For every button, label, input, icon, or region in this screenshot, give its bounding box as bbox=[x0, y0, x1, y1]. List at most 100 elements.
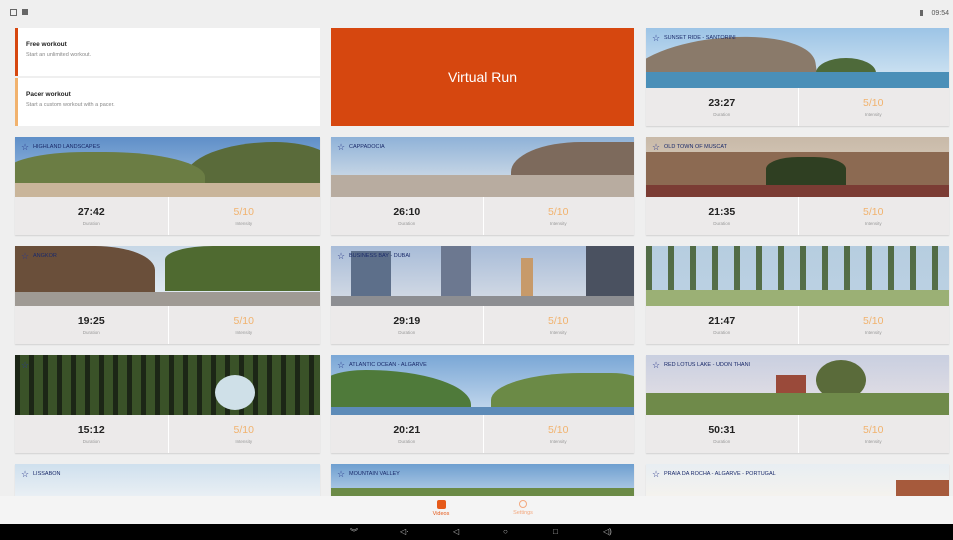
system-navigation-bar: ︾ ◁· ◁ ○ □ ◁) bbox=[0, 524, 953, 540]
route-title: ☆ HIGHLAND LANDSCAPES bbox=[21, 142, 100, 152]
favorite-star-icon[interactable]: ☆ bbox=[337, 361, 345, 370]
tab-videos[interactable]: Videos bbox=[421, 500, 461, 517]
route-stats: 20:21 Duration 5/10 Intensity bbox=[331, 415, 634, 453]
route-card[interactable]: ☆ MOUNTAIN VALLEY bbox=[331, 464, 634, 496]
intensity-value: 5/10 bbox=[863, 424, 884, 436]
route-thumbnail bbox=[646, 464, 949, 496]
duration-label: Duration bbox=[82, 330, 100, 335]
intensity-label: Intensity bbox=[235, 439, 253, 444]
route-card[interactable]: ☆ CAPPADOCIA 26:10 Duration 5/10 Intensity bbox=[331, 137, 634, 235]
duration-value: 29:19 bbox=[393, 315, 421, 327]
route-stats: 29:19 Duration 5/10 Intensity bbox=[331, 306, 634, 344]
route-title: ☆ BUSINESS BAY - DUBAI bbox=[337, 251, 411, 261]
intensity-label: Intensity bbox=[235, 330, 253, 335]
intensity-label: Intensity bbox=[864, 439, 882, 444]
favorite-star-icon[interactable]: ☆ bbox=[21, 252, 29, 261]
favorite-star-icon[interactable]: ☆ bbox=[337, 143, 345, 152]
tab-settings[interactable]: Settings bbox=[503, 500, 543, 516]
route-card[interactable]: ☆ 15:12 Duration 5/10 Intensity bbox=[15, 355, 320, 453]
sd-card-icon bbox=[22, 9, 28, 15]
route-card[interactable]: ☆ HIGHLAND LANDSCAPES 27:42 Duration 5/10 I… bbox=[15, 137, 320, 235]
route-card[interactable]: ☆ OLD TOWN OF MUSCAT 21:35 Duration 5/10 In… bbox=[646, 137, 949, 235]
route-card[interactable]: ☆ ANGKOR 19:25 Duration 5/10 Intensity bbox=[15, 246, 320, 344]
duration-label: Duration bbox=[398, 439, 416, 444]
volume-down-icon[interactable]: ◁· bbox=[400, 527, 409, 536]
hide-bar-icon[interactable]: ︾ bbox=[350, 527, 358, 538]
intensity-value: 5/10 bbox=[548, 315, 569, 327]
route-title: ☆ OLD TOWN OF MUSCAT bbox=[652, 142, 727, 152]
duration-value: 21:47 bbox=[708, 315, 736, 327]
back-icon[interactable]: ◁ bbox=[453, 527, 459, 536]
duration-value: 21:35 bbox=[708, 206, 736, 218]
route-card[interactable]: ☆ LISSABON bbox=[15, 464, 320, 496]
intensity-value: 5/10 bbox=[863, 97, 884, 109]
favorite-star-icon[interactable]: ☆ bbox=[337, 470, 345, 479]
favorite-star-icon[interactable]: ☆ bbox=[21, 143, 29, 152]
duration-value: 23:27 bbox=[708, 97, 736, 109]
route-title: ☆ SUNSET RIDE - SANTORINI bbox=[652, 33, 736, 43]
route-stats: 23:27 Duration 5/10 Intensity bbox=[646, 88, 949, 126]
video-icon bbox=[436, 500, 446, 509]
route-thumbnail bbox=[15, 464, 320, 496]
pacer-workout-card[interactable]: Pacer workout Start a custom workout wit… bbox=[15, 78, 320, 126]
pacer-workout-subtitle: Start a custom workout with a pacer. bbox=[26, 102, 115, 108]
virtual-run-button[interactable]: Virtual Run bbox=[331, 28, 634, 126]
virtual-run-label: Virtual Run bbox=[447, 69, 517, 85]
route-title: ☆ LISSABON bbox=[21, 469, 61, 479]
duration-value: 19:25 bbox=[77, 315, 105, 327]
duration-label: Duration bbox=[82, 221, 100, 226]
favorite-star-icon[interactable]: ☆ bbox=[21, 361, 29, 370]
tab-videos-label: Videos bbox=[432, 511, 450, 517]
route-card[interactable]: ☆ BUSINESS BAY - DUBAI 29:19 Duration 5/10… bbox=[331, 246, 634, 344]
favorite-star-icon[interactable]: ☆ bbox=[21, 470, 29, 479]
home-icon[interactable]: ○ bbox=[503, 527, 508, 536]
intensity-value: 5/10 bbox=[548, 206, 569, 218]
tab-settings-label: Settings bbox=[513, 510, 533, 516]
route-card[interactable]: ☆ RED LOTUS LAKE - UDON THANI 50:31 Durati… bbox=[646, 355, 949, 453]
route-thumbnail bbox=[331, 464, 634, 496]
gear-icon bbox=[519, 500, 527, 508]
favorite-star-icon[interactable]: ☆ bbox=[652, 34, 660, 43]
free-workout-subtitle: Start an unlimited workout. bbox=[26, 52, 92, 58]
notification-icon bbox=[10, 9, 17, 16]
intensity-label: Intensity bbox=[549, 330, 567, 335]
favorite-star-icon[interactable]: ☆ bbox=[337, 252, 345, 261]
accent-bar bbox=[15, 78, 18, 126]
duration-value: 15:12 bbox=[77, 424, 105, 436]
duration-value: 27:42 bbox=[77, 206, 105, 218]
route-title: ☆ RED LOTUS LAKE - UDON THANI bbox=[652, 360, 751, 370]
pacer-workout-title: Pacer workout bbox=[26, 91, 71, 98]
intensity-value: 5/10 bbox=[863, 315, 884, 327]
favorite-star-icon[interactable]: ☆ bbox=[652, 143, 660, 152]
duration-label: Duration bbox=[82, 439, 100, 444]
route-title: ☆ CAPPADOCIA bbox=[337, 142, 385, 152]
route-card[interactable]: ☆ PRAIA DA ROCHA - ALGARVE - PORTUGAL bbox=[646, 464, 949, 496]
intensity-label: Intensity bbox=[864, 330, 882, 335]
route-stats: 27:42 Duration 5/10 Intensity bbox=[15, 197, 320, 235]
intensity-value: 5/10 bbox=[233, 206, 254, 218]
route-stats: 50:31 Duration 5/10 Intensity bbox=[646, 415, 949, 453]
intensity-value: 5/10 bbox=[863, 206, 884, 218]
route-stats: 19:25 Duration 5/10 Intensity bbox=[15, 306, 320, 344]
route-card[interactable]: ☆ SUNSET RIDE - SANTORINI 23:27 Duration 5… bbox=[646, 28, 949, 126]
route-card[interactable]: ☆ ATLANTIC OCEAN - ALGARVE 20:21 Duration … bbox=[331, 355, 634, 453]
favorite-star-icon[interactable]: ☆ bbox=[652, 470, 660, 479]
route-stats: 26:10 Duration 5/10 Intensity bbox=[331, 197, 634, 235]
route-card[interactable]: 21:47 Duration 5/10 Intensity bbox=[646, 246, 949, 344]
duration-label: Duration bbox=[398, 221, 416, 226]
recents-icon[interactable]: □ bbox=[553, 527, 558, 536]
clock: 09:54 bbox=[931, 10, 949, 17]
free-workout-card[interactable]: Free workout Start an unlimited workout. bbox=[15, 28, 320, 76]
route-stats: 15:12 Duration 5/10 Intensity bbox=[15, 415, 320, 453]
duration-value: 20:21 bbox=[393, 424, 421, 436]
duration-label: Duration bbox=[713, 112, 731, 117]
route-stats: 21:35 Duration 5/10 Intensity bbox=[646, 197, 949, 235]
intensity-value: 5/10 bbox=[233, 315, 254, 327]
status-bar: 09:54 bbox=[0, 0, 953, 22]
duration-value: 26:10 bbox=[393, 206, 421, 218]
volume-up-icon[interactable]: ◁) bbox=[603, 527, 612, 536]
intensity-label: Intensity bbox=[864, 221, 882, 226]
route-stats: 21:47 Duration 5/10 Intensity bbox=[646, 306, 949, 344]
favorite-star-icon[interactable]: ☆ bbox=[652, 361, 660, 370]
intensity-value: 5/10 bbox=[233, 424, 254, 436]
